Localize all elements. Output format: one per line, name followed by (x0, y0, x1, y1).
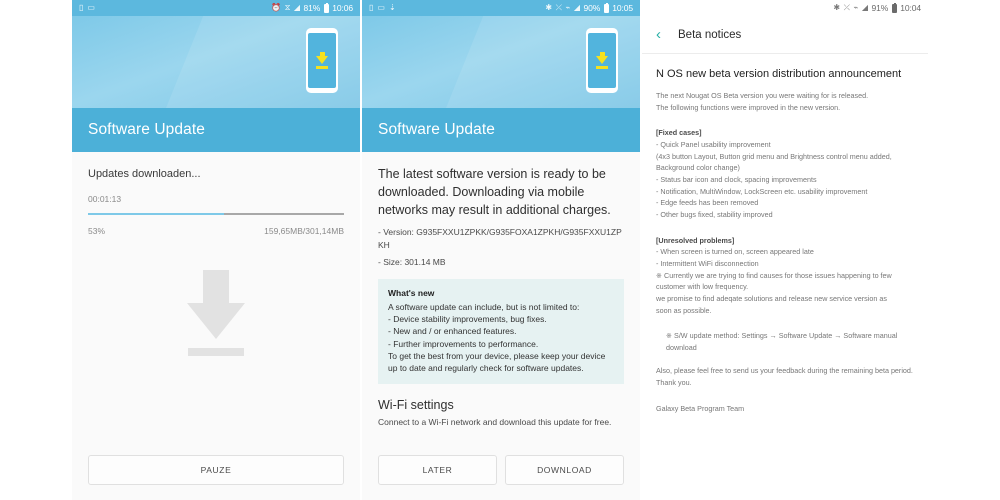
no-sound-icon: ⧖ (284, 3, 291, 12)
signal-icon: ◢ (293, 3, 300, 12)
unresolved-problems-heading: [Unresolved problems] (656, 235, 735, 245)
feedback-text: Also, please feel free to send us your f… (656, 366, 913, 388)
pause-button[interactable]: PAUZE (88, 455, 344, 485)
status-bar-right-icons: ✱ ⤫ ⌁ ◢ 90% 10:05 (545, 2, 633, 13)
download-button[interactable]: DOWNLOAD (505, 455, 624, 485)
battery-icon (323, 2, 329, 13)
status-bar-right-icons: ✱ ⤫ ⌁ ◢ 91% 10:04 (833, 2, 921, 13)
signal-icon: ◢ (573, 3, 580, 12)
large-download-arrow-icon (72, 270, 360, 356)
notice-intro: The next Nougat OS Beta version you were… (656, 91, 869, 112)
battery-icon (891, 2, 897, 13)
mute-icon: ⤫ (843, 3, 851, 12)
battery-percent: 81% (303, 3, 321, 13)
progress-size: 159,65MB/301,14MB (264, 226, 344, 236)
whats-new-title: What's new (388, 287, 435, 298)
page-title: Software Update (88, 121, 205, 138)
notice-title: N OS new beta version distribution annou… (656, 68, 902, 80)
wifi-icon: ⌁ (565, 3, 571, 12)
clock: 10:06 (332, 3, 353, 13)
download-arrow-base (596, 66, 608, 69)
sim-card-icon: ▯ (369, 3, 374, 12)
fixed-cases-body: - Quick Panel usability improvement (4x3… (656, 139, 892, 219)
hero-header (72, 16, 360, 108)
status-bar-left-icons: ▯ ▭ ⇣ (369, 4, 396, 12)
update-method-line: ※ S/W update method: Settings → Software… (666, 331, 898, 352)
large-arrow-stem (203, 270, 229, 304)
sim-card-icon: ▯ (79, 3, 84, 12)
alarm-icon: ⏰ (271, 3, 282, 12)
wifi-settings-title: Wi-Fi settings (378, 397, 454, 412)
size-line: - Size: 301.14 MB (378, 256, 446, 267)
status-bar-left-icons: ▯ ▭ (79, 4, 95, 12)
battery-percent: 90% (583, 3, 601, 13)
wifi-settings-desc: Connect to a Wi-Fi network and download … (378, 416, 612, 427)
sd-card-icon: ▭ (87, 3, 95, 12)
back-chevron-icon[interactable]: ‹ (656, 27, 661, 42)
progress-bar-fill (88, 213, 224, 215)
download-status-text: Updates downloaden... (88, 168, 201, 180)
screenshot-stage: ▯ ▭ ⏰ ⧖ ◢ 81% 10:06 Software Update Upda… (0, 0, 1000, 500)
unresolved-problems-body: - When screen is turned on, screen appea… (656, 247, 892, 315)
phone-download-icon (306, 28, 338, 93)
app-bar: ‹ Beta notices (642, 16, 928, 54)
fixed-cases-heading: [Fixed cases] (656, 128, 702, 138)
page-title: Software Update (378, 121, 495, 138)
phone-screen-download-progress: ▯ ▭ ⏰ ⧖ ◢ 81% 10:06 Software Update Upda… (72, 0, 360, 500)
large-arrow-base (188, 348, 244, 356)
whats-new-box: What's new A software update can include… (378, 278, 624, 384)
status-bar: ✱ ⤫ ⌁ ◢ 91% 10:04 (642, 0, 928, 16)
bottom-button-bar: PAUZE (72, 440, 360, 500)
status-bar: ▯ ▭ ⇣ ✱ ⤫ ⌁ ◢ 90% 10:05 (362, 0, 640, 16)
progress-bar (88, 213, 344, 215)
progress-percent: 53% (88, 226, 106, 236)
beta-notice-body: N OS new beta version distribution annou… (642, 54, 928, 500)
status-bar: ▯ ▭ ⏰ ⧖ ◢ 81% 10:06 (72, 0, 360, 16)
signature: Galaxy Beta Program Team (656, 403, 745, 413)
bluetooth-icon: ✱ (833, 3, 841, 12)
phone-screen-beta-notices: ✱ ⤫ ⌁ ◢ 91% 10:04 ‹ Beta notices N OS ne… (642, 0, 928, 500)
hero-title-band: Software Update (72, 108, 360, 152)
battery-percent: 91% (871, 3, 889, 13)
large-arrow-head (187, 303, 245, 339)
phone-illustration-screen (308, 33, 336, 88)
wifi-icon: ⌁ (853, 3, 859, 12)
phone-download-icon (586, 28, 618, 93)
mute-icon: ⤫ (555, 3, 563, 12)
whats-new-body: A software update can include, but is no… (388, 301, 606, 374)
battery-icon (603, 2, 609, 13)
bottom-button-bar: LATER DOWNLOAD (362, 440, 640, 500)
later-button[interactable]: LATER (378, 455, 497, 485)
version-line: - Version: G935FXXU1ZPKK/G935FOXA1ZPKH/G… (378, 227, 622, 250)
elapsed-time: 00:01:13 (88, 194, 122, 204)
clock: 10:04 (900, 3, 921, 13)
signal-icon: ◢ (861, 3, 868, 12)
update-lead-text: The latest software version is ready to … (378, 167, 611, 217)
phone-illustration-screen (588, 33, 616, 88)
progress-labels: 53% 159,65MB/301,14MB (88, 226, 344, 236)
app-bar-title: Beta notices (678, 28, 742, 41)
download-arrow-head (596, 56, 608, 65)
hero-title-band: Software Update (362, 108, 640, 152)
download-arrow-base (316, 66, 328, 69)
bluetooth-icon: ✱ (545, 3, 553, 12)
hero-header (362, 16, 640, 108)
status-bar-right-icons: ⏰ ⧖ ◢ 81% 10:06 (271, 2, 353, 13)
download-arrow-head (316, 56, 328, 65)
phone-screen-update-details: ▯ ▭ ⇣ ✱ ⤫ ⌁ ◢ 90% 10:05 Software Update … (362, 0, 640, 500)
download-icon: ⇣ (388, 3, 396, 12)
sd-card-icon: ▭ (377, 3, 385, 12)
clock: 10:05 (612, 3, 633, 13)
